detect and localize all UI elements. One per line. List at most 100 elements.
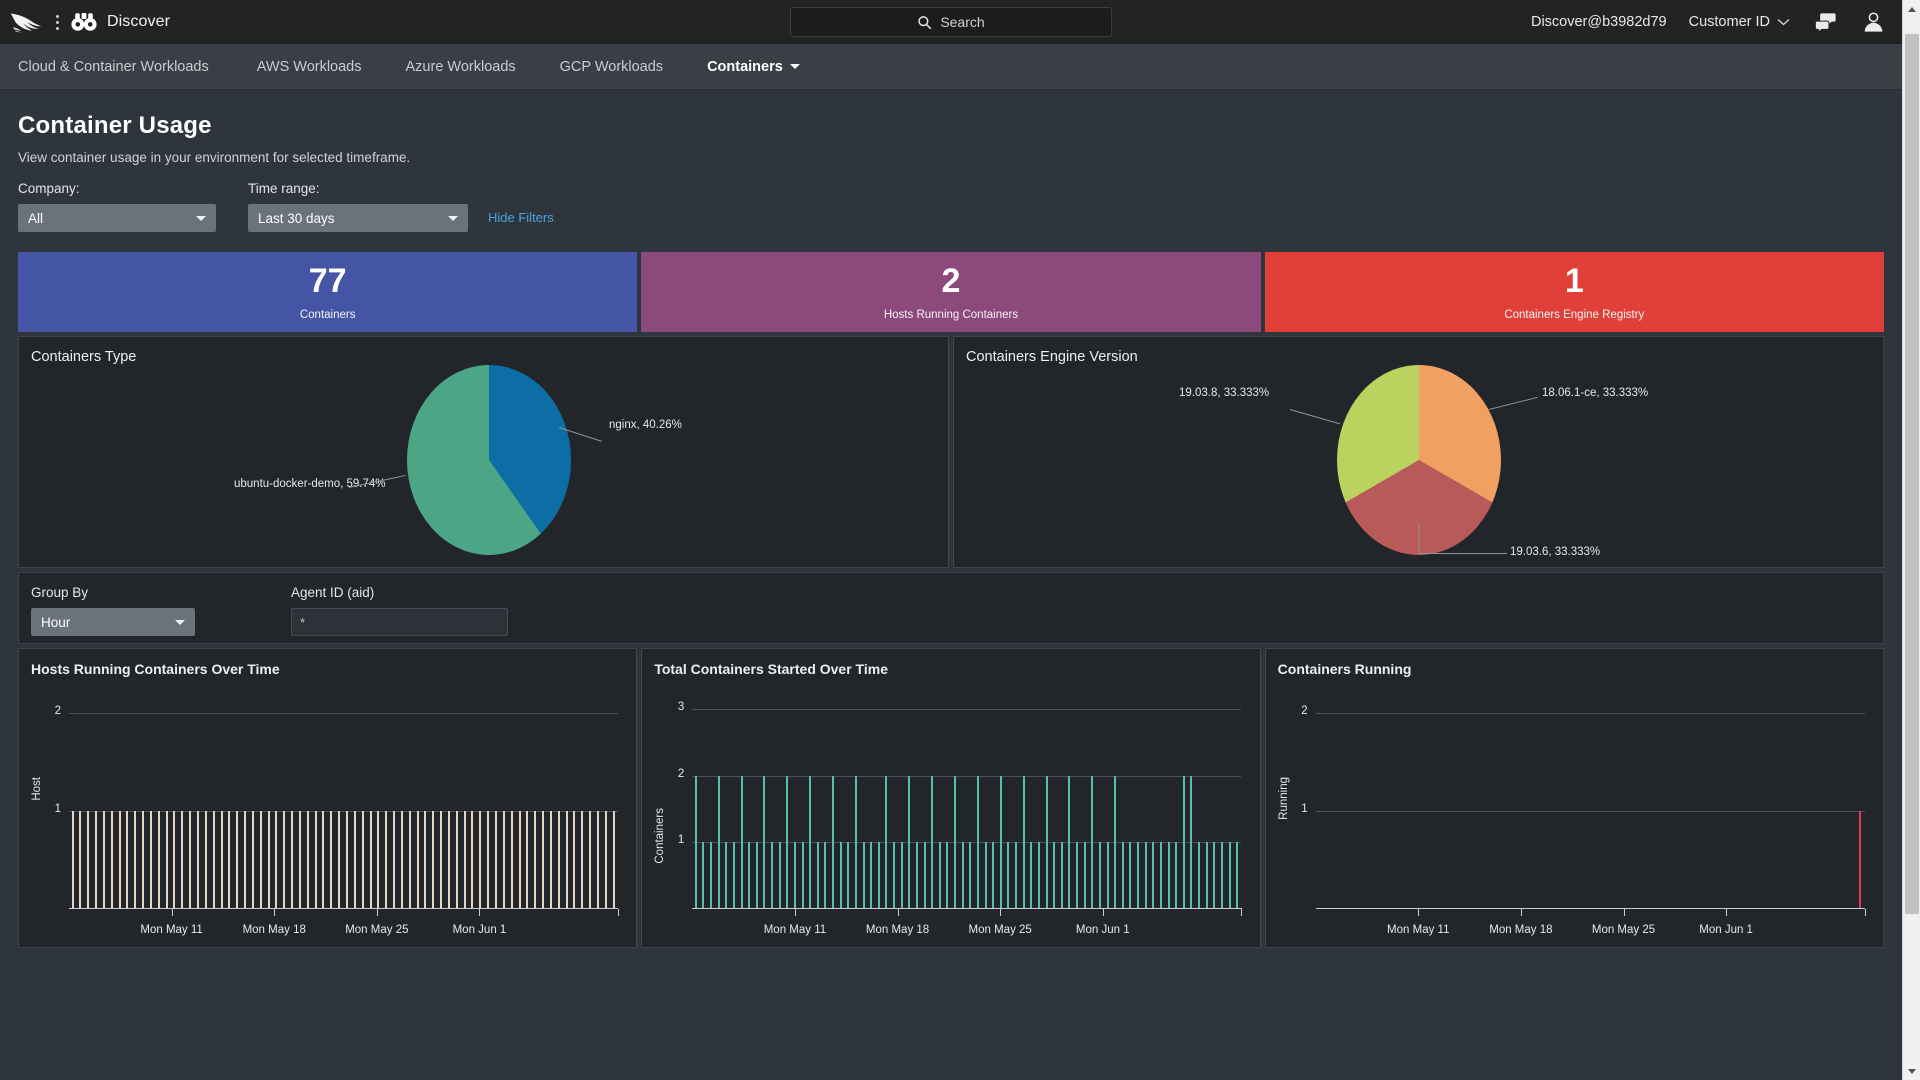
bar[interactable] [518,811,521,909]
bar[interactable] [1015,842,1018,909]
nav-item-containers[interactable]: Containers [685,44,822,90]
bar[interactable] [1037,842,1040,909]
bar[interactable] [1859,811,1862,909]
bar[interactable] [809,775,812,909]
bar[interactable] [984,842,987,909]
bar[interactable] [157,811,160,909]
bar[interactable] [346,811,348,909]
bar[interactable] [455,811,458,909]
bar[interactable] [732,842,735,909]
bar[interactable] [1060,842,1063,909]
search-input[interactable]: Search [790,7,1112,37]
bar[interactable] [1175,842,1178,909]
kpi-card-containers[interactable]: 77 Containers [18,252,638,332]
bar[interactable] [393,811,396,909]
bar[interactable] [824,842,827,909]
group-by-select[interactable]: Hour [31,608,195,636]
bar[interactable] [1091,775,1094,909]
bar[interactable] [251,811,254,909]
bar[interactable] [589,811,592,909]
bar[interactable] [102,811,105,909]
bar[interactable] [1220,842,1223,909]
bar[interactable] [291,811,294,909]
bar[interactable] [134,811,137,909]
bar[interactable] [220,811,223,909]
bar[interactable] [1007,842,1010,909]
time-range-select[interactable]: Last 30 days [248,204,468,232]
bar[interactable] [283,811,286,909]
bar[interactable] [1098,842,1101,909]
bar[interactable] [314,811,317,909]
bar[interactable] [1190,775,1193,909]
bar[interactable] [793,842,796,909]
bar[interactable] [778,842,781,909]
bar[interactable] [1137,842,1140,909]
bar[interactable] [992,842,995,909]
bar[interactable] [471,811,474,909]
bar[interactable] [604,811,607,909]
bar[interactable] [118,811,121,909]
bar[interactable] [369,811,372,909]
bar[interactable] [173,811,176,909]
bar[interactable] [408,811,411,909]
bar[interactable] [565,811,568,909]
bar[interactable] [330,811,333,909]
bar[interactable] [204,811,207,909]
bar[interactable] [816,842,819,909]
scroll-up-arrow[interactable] [1903,0,1920,18]
bar[interactable] [893,842,896,909]
bar[interactable] [725,842,728,909]
bar[interactable] [839,842,842,909]
bar[interactable] [87,811,90,909]
bar[interactable] [549,811,552,909]
bar[interactable] [832,775,835,909]
user-avatar-icon[interactable] [1860,9,1886,35]
bar[interactable] [847,842,850,909]
bar[interactable] [244,811,247,909]
bar[interactable] [526,811,529,909]
bar[interactable] [298,811,301,909]
bar[interactable] [1213,842,1216,909]
bar[interactable] [1236,842,1239,909]
bar[interactable] [710,842,713,909]
bar[interactable] [1228,842,1231,909]
bar[interactable] [961,842,964,909]
bar[interactable] [79,811,82,909]
company-select[interactable]: All [18,204,216,232]
bar[interactable] [1144,842,1147,909]
bar[interactable] [416,811,419,909]
bar[interactable] [306,811,309,909]
bar[interactable] [740,775,743,909]
agent-id-input[interactable] [291,608,508,636]
bar[interactable] [95,811,98,909]
bar[interactable] [946,842,949,909]
bar[interactable] [502,811,505,909]
bar[interactable] [361,811,364,909]
bar[interactable] [447,811,450,909]
bar[interactable] [763,775,766,909]
bar[interactable] [870,842,873,909]
bar[interactable] [463,811,466,909]
bar[interactable] [149,811,152,909]
bar[interactable] [1053,842,1056,909]
pie-slices[interactable] [407,365,571,555]
bar[interactable] [1198,842,1201,909]
bar[interactable] [236,811,239,909]
bar[interactable] [196,811,199,909]
bar[interactable] [353,811,356,909]
nav-item-azure-workloads[interactable]: Azure Workloads [384,44,538,90]
bar[interactable] [1076,842,1079,909]
bar[interactable] [801,842,804,909]
bar[interactable] [71,811,74,909]
bar[interactable] [702,842,705,909]
bar[interactable] [385,811,388,909]
bar[interactable] [1106,842,1109,909]
bar[interactable] [142,811,145,909]
bar[interactable] [755,842,758,909]
bar[interactable] [440,811,443,909]
bar[interactable] [259,811,262,909]
bar[interactable] [1182,775,1185,909]
bar[interactable] [771,842,774,909]
bar[interactable] [854,775,857,909]
bar[interactable] [573,811,576,909]
